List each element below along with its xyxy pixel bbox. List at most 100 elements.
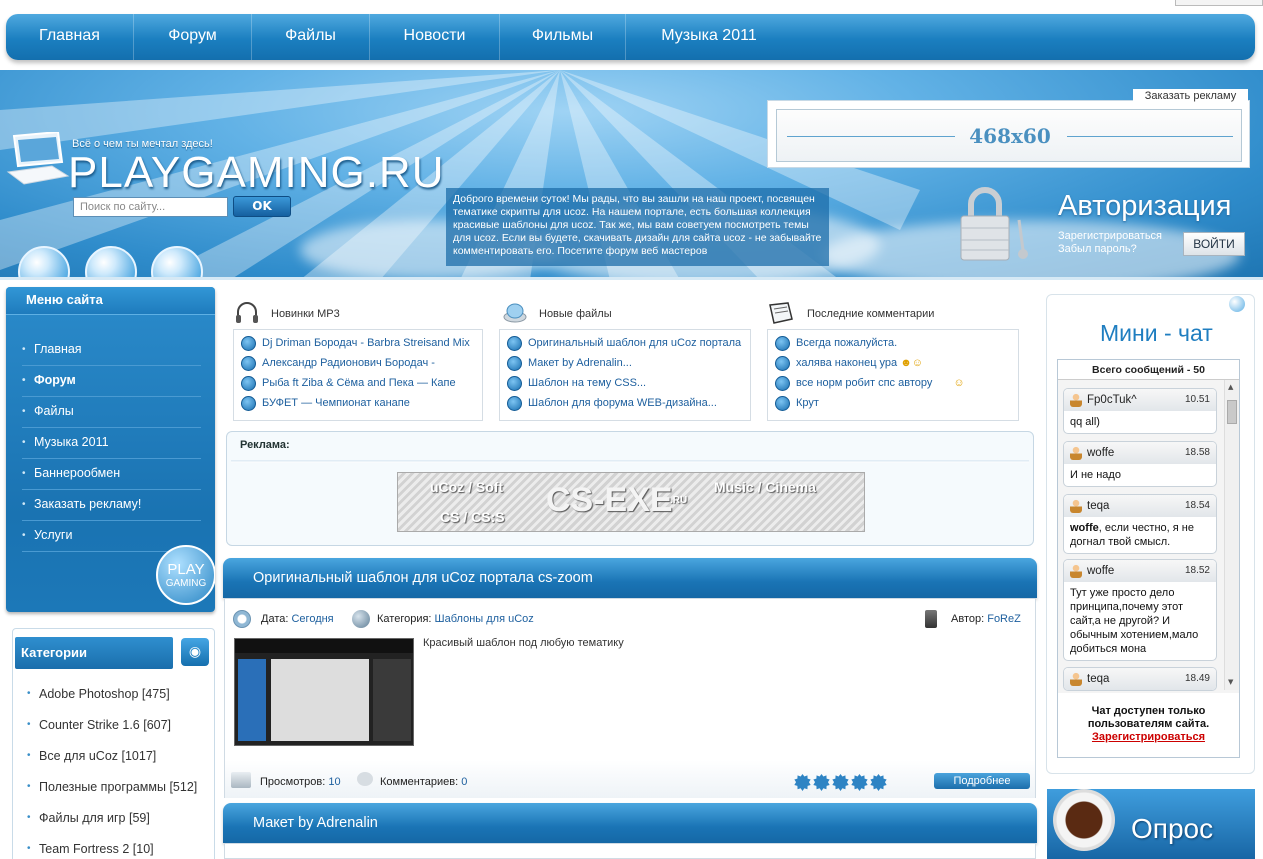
play-icon <box>241 396 256 411</box>
file-item[interactable]: Макет by Adrenalin... <box>500 353 750 373</box>
nav-news[interactable]: Новости <box>370 14 500 60</box>
category-link[interactable]: Шаблоны для uCoz <box>435 613 534 625</box>
comment-item[interactable]: халява наконец ура ☻☺ <box>768 353 1018 373</box>
file-item[interactable]: Оригинальный шаблон для uCoz портала <box>500 333 750 353</box>
chat-register-link[interactable]: Зарегистрироваться <box>1058 731 1239 744</box>
nav-forum[interactable]: Форум <box>134 14 252 60</box>
post-author: Автор: FoReZ <box>951 613 1021 625</box>
category-item[interactable]: Adobe Photoshop [475] <box>25 683 197 714</box>
post-title[interactable]: Макет by Adrenalin <box>223 803 1037 843</box>
forgot-password-link[interactable]: Забыл пароль? <box>1058 243 1162 256</box>
category-item[interactable]: Team Fortress 2 [10] <box>25 838 197 859</box>
comment-icon <box>775 336 790 351</box>
file-item-label: Оригинальный шаблон для uCoz портала <box>528 337 742 349</box>
star-icon[interactable] <box>851 774 868 791</box>
scroll-up-icon[interactable]: ▲ <box>1228 383 1233 391</box>
cs-exe-ad-banner[interactable]: uCoz / Soft CS / CS:S CS-EXE .RU Music /… <box>397 472 865 532</box>
mp3-item[interactable]: Dj Driman Бородач - Barbra Streisand Mix <box>234 333 482 353</box>
views-icon <box>231 772 251 788</box>
comment-item[interactable]: Крут <box>768 393 1018 413</box>
chat-username[interactable]: teqa <box>1087 673 1109 685</box>
ads-separator <box>231 460 1029 463</box>
user-icon <box>1070 393 1082 407</box>
chat-message-header: Fp0cTuk^ 10.51 <box>1064 389 1216 411</box>
category-item[interactable]: Файлы для игр [59] <box>25 807 197 838</box>
nav-files[interactable]: Файлы <box>252 14 370 60</box>
file-item-label: Макет by Adrenalin... <box>528 357 632 369</box>
mp3-item-label: Александр Радионович Бородач - <box>262 357 435 369</box>
file-item[interactable]: Шаблон для форума WEB-дизайна... <box>500 393 750 413</box>
post-thumbnail[interactable] <box>234 638 414 746</box>
site-logo-text[interactable]: PLAYGAMING.RU <box>68 148 444 198</box>
mp3-item[interactable]: БУФЕТ — Чемпионат канапе <box>234 393 482 413</box>
cursor-icon <box>507 376 522 391</box>
comment-icon <box>775 396 790 411</box>
star-icon[interactable] <box>813 774 830 791</box>
search-input[interactable]: Поиск по сайту... <box>73 197 228 217</box>
chat-username[interactable]: woffe <box>1087 447 1114 459</box>
chat-username[interactable]: teqa <box>1087 500 1109 512</box>
ad-banner-468x60[interactable]: 468x60 <box>767 100 1250 168</box>
rating-stars[interactable] <box>794 774 887 791</box>
views-label: Просмотров: <box>260 776 326 788</box>
menu-item-banner-exchange[interactable]: Баннерообмен <box>22 459 201 490</box>
top-edge-tab <box>1175 0 1263 6</box>
chat-scrollbar[interactable]: ▲ ▼ <box>1224 380 1239 690</box>
nav-music-2011[interactable]: Музыка 2011 <box>626 14 792 60</box>
site-header: Всё о чем ты мечтал здесь! PLAYGAMING.RU… <box>0 70 1263 280</box>
menu-item-home[interactable]: Главная <box>22 335 201 366</box>
post-title[interactable]: Оригинальный шаблон для uCoz портала cs-… <box>223 558 1037 598</box>
star-icon[interactable] <box>794 774 811 791</box>
chat-username[interactable]: Fp0cTuk^ <box>1087 394 1137 406</box>
search-ok-button[interactable]: OK <box>233 196 291 217</box>
order-ad-link[interactable]: Заказать рекламу <box>1133 89 1248 104</box>
chat-message: woffe 18.58 И не надо <box>1063 441 1217 487</box>
ads-title: Реклама: <box>240 439 290 451</box>
mp3-block: Dj Driman Бородач - Barbra Streisand Mix… <box>233 329 483 421</box>
user-icon <box>1070 446 1082 460</box>
rss-icon[interactable]: ◉ <box>181 638 209 666</box>
user-icon <box>1070 499 1082 513</box>
comments-value: 0 <box>461 776 468 788</box>
page: Главная Форум Файлы Новости Фильмы Музык… <box>0 0 1263 859</box>
ad-center: CS-EXE <box>546 481 673 519</box>
thumb-topbar <box>235 639 413 653</box>
nav-movies[interactable]: Фильмы <box>500 14 626 60</box>
mp3-item[interactable]: Александр Радионович Бородач - <box>234 353 482 373</box>
scroll-down-icon[interactable]: ▼ <box>1228 678 1233 686</box>
category-item[interactable]: Все для uCoz [1017] <box>25 745 197 776</box>
chat-message-count: Всего сообщений - 50 <box>1058 360 1239 380</box>
user-icon <box>1070 672 1082 686</box>
scrollbar-thumb[interactable] <box>1227 400 1237 424</box>
chat-message-text: Тут уже просто дело принципа,почему этот… <box>1070 587 1199 655</box>
chat-username[interactable]: woffe <box>1087 565 1114 577</box>
file-item[interactable]: Шаблон на тему CSS... <box>500 373 750 393</box>
read-more-button[interactable]: Подробнее <box>934 773 1030 789</box>
post-category: Категория: Шаблоны для uCoz <box>377 613 534 625</box>
login-button[interactable]: ВОЙТИ <box>1183 232 1245 256</box>
category-item[interactable]: Полезные программы [512] <box>25 776 197 807</box>
nav-home[interactable]: Главная <box>6 14 134 60</box>
files-block: Оригинальный шаблон для uCoz портала Мак… <box>499 329 751 421</box>
cursor-icon <box>507 396 522 411</box>
menu-item-order-ad[interactable]: Заказать рекламу! <box>22 490 201 521</box>
mp3-item[interactable]: Рыба ft Ziba & Сёма and Пека — Капе <box>234 373 482 393</box>
poll-banner[interactable]: Опрос <box>1047 789 1255 859</box>
menu-item-music[interactable]: Музыка 2011 <box>22 428 201 459</box>
menu-item-forum[interactable]: Форум <box>22 366 201 397</box>
register-link[interactable]: Зарегистрироваться <box>1058 230 1162 243</box>
chat-time: 18.52 <box>1184 565 1210 576</box>
comment-item[interactable]: Всегда пожалуйста. <box>768 333 1018 353</box>
play-icon <box>241 336 256 351</box>
views-value: 10 <box>328 776 341 788</box>
star-icon[interactable] <box>832 774 849 791</box>
author-link[interactable]: FoReZ <box>987 613 1021 625</box>
comment-item[interactable]: все норм робит спс автору ☺ <box>768 373 1018 393</box>
menu-item-files[interactable]: Файлы <box>22 397 201 428</box>
category-item[interactable]: Counter Strike 1.6 [607] <box>25 714 197 745</box>
chat-message-text: qq all) <box>1070 416 1100 428</box>
star-icon[interactable] <box>870 774 887 791</box>
comment-item-label: Всегда пожалуйста. <box>796 337 898 349</box>
chat-message: teqa 18.49 <box>1063 667 1217 691</box>
hard-drive-icon <box>503 303 527 323</box>
